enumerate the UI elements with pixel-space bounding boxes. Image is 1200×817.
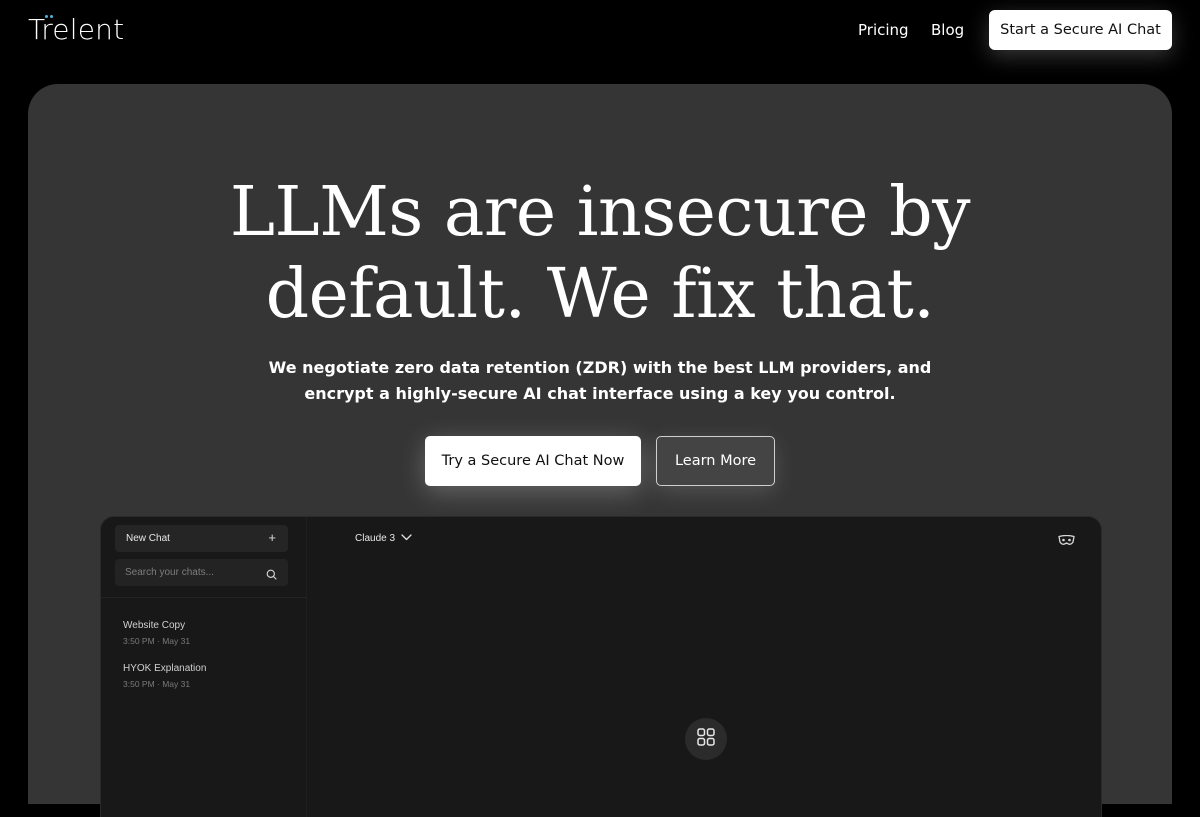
chat-list-item[interactable]: HYOK Explanation 3:50 PM · May 31 — [123, 663, 206, 690]
plus-icon: + — [268, 530, 276, 545]
mockup-sidebar: New Chat + Website Copy 3:50 PM · May 31… — [101, 517, 307, 817]
try-secure-chat-button[interactable]: Try a Secure AI Chat Now — [425, 436, 641, 486]
apps-grid-button[interactable] — [685, 718, 727, 760]
chat-title: HYOK Explanation — [123, 663, 207, 674]
nav-link-blog[interactable]: Blog — [931, 20, 964, 40]
logo-accent-dots — [45, 15, 53, 18]
sidebar-divider — [101, 597, 306, 598]
search-chats-field[interactable] — [115, 559, 288, 586]
chat-timestamp: 3:50 PM · May 31 — [123, 679, 191, 689]
chat-app-mockup: New Chat + Website Copy 3:50 PM · May 31… — [100, 516, 1102, 817]
start-secure-chat-button[interactable]: Start a Secure AI Chat — [989, 10, 1172, 50]
grid-icon — [697, 727, 715, 751]
chat-list-item[interactable]: Website Copy 3:50 PM · May 31 — [123, 620, 190, 647]
hero-subtitle: We negotiate zero data retention (ZDR) w… — [28, 355, 1172, 407]
incognito-mask-icon[interactable] — [1058, 533, 1075, 551]
chevron-down-icon — [401, 533, 412, 545]
learn-more-button[interactable]: Learn More — [656, 436, 775, 486]
logo[interactable]: Trelent — [28, 12, 124, 48]
search-icon[interactable] — [266, 567, 277, 585]
new-chat-label: New Chat — [126, 533, 170, 544]
nav-link-pricing[interactable]: Pricing — [858, 20, 909, 40]
hero-title-line-2: default. We fix that. — [265, 255, 935, 334]
logo-text: Trelent — [28, 13, 125, 46]
chat-timestamp: 3:50 PM · May 31 — [123, 636, 191, 646]
model-selector-label: Claude 3 — [355, 533, 396, 544]
hero-subtitle-line-1: We negotiate zero data retention (ZDR) w… — [268, 358, 932, 377]
chat-title: Website Copy — [123, 620, 186, 631]
hero-panel: LLMs are insecure by default. We fix tha… — [28, 84, 1172, 817]
model-selector[interactable]: Claude 3 — [355, 533, 412, 545]
hero-subtitle-line-2: encrypt a highly-secure AI chat interfac… — [304, 384, 896, 403]
search-chats-input[interactable] — [125, 565, 255, 580]
new-chat-button[interactable]: New Chat + — [115, 525, 288, 552]
top-nav: Trelent Pricing Blog Start a Secure AI C… — [0, 0, 1200, 62]
hero-title: LLMs are insecure by default. We fix tha… — [28, 172, 1172, 336]
hero-title-line-1: LLMs are insecure by — [229, 173, 971, 252]
